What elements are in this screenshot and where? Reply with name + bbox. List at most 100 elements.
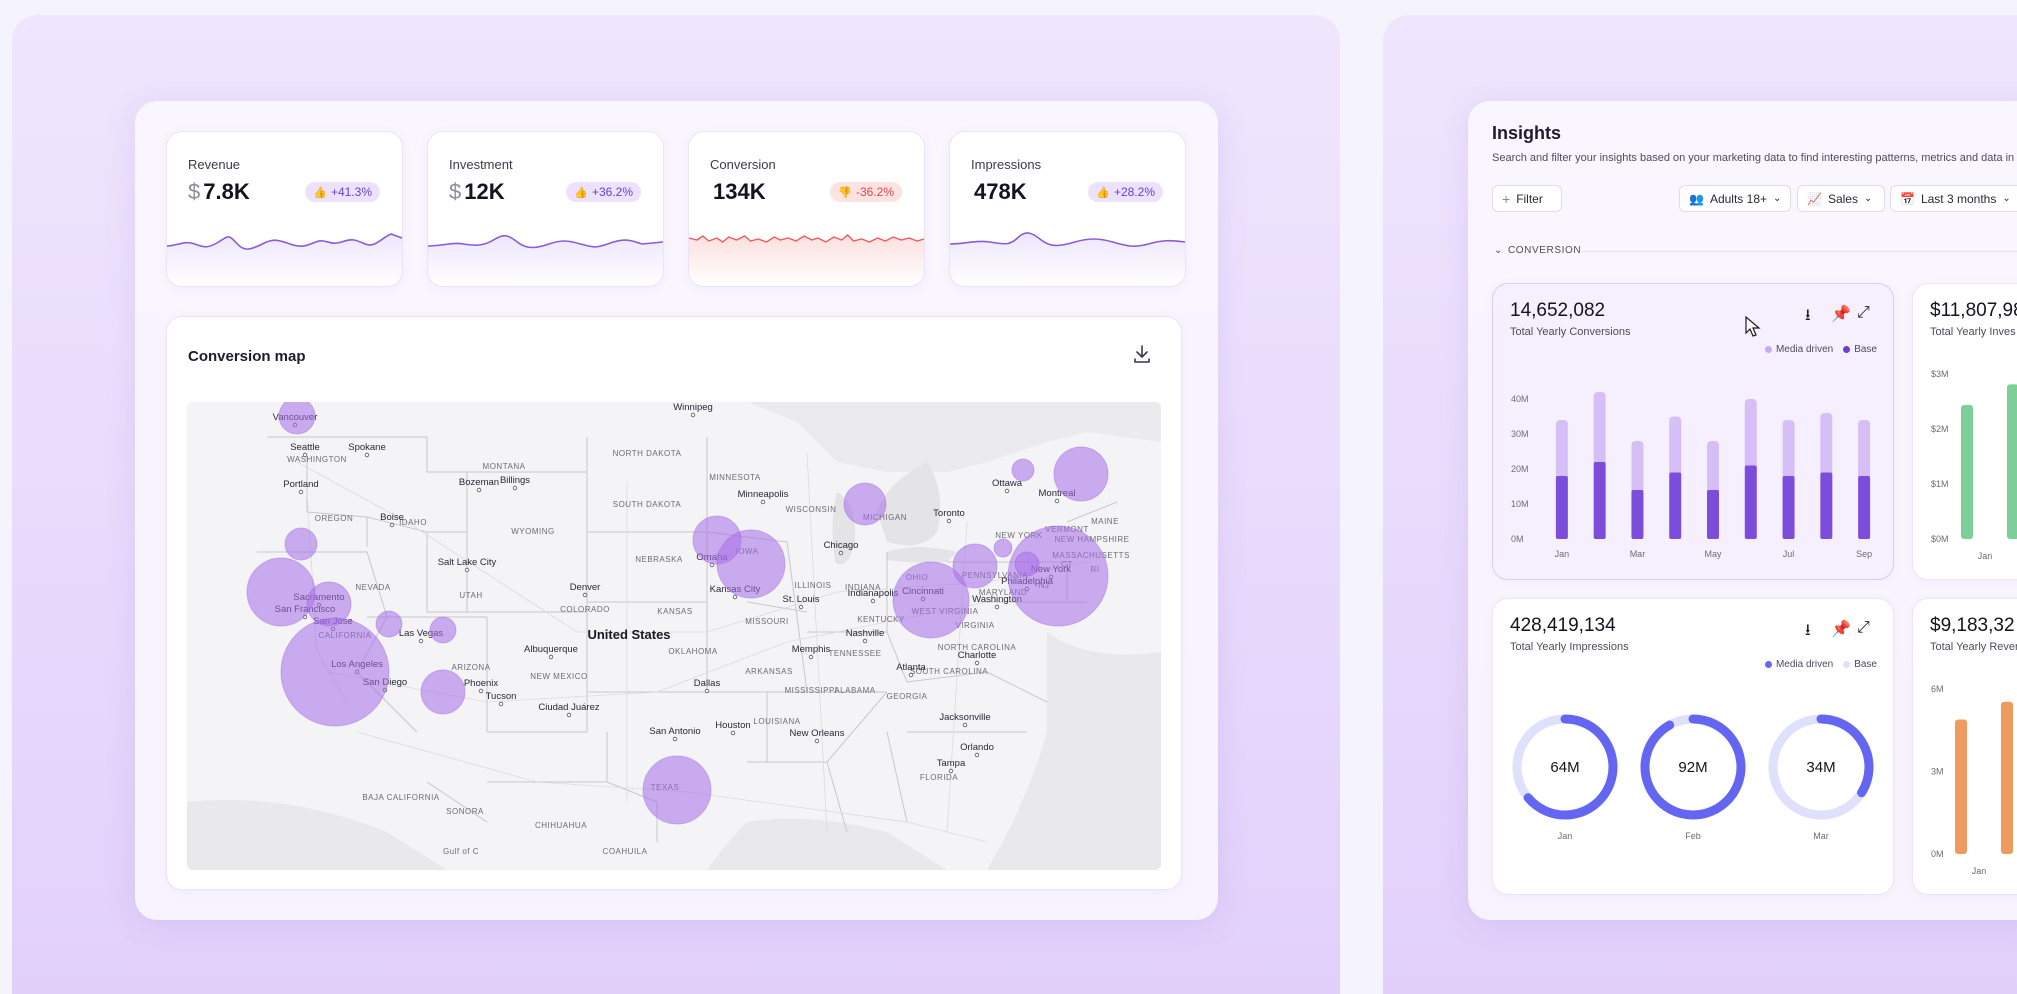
conversion-bubble[interactable] [1007, 525, 1109, 627]
metric-select[interactable]: 📈 Sales ⌄ [1797, 185, 1885, 212]
conversions-card[interactable]: 14,652,082 Total Yearly Conversions ⭳ 📌 ⤢ … [1492, 283, 1894, 580]
city-label: Tucson [486, 691, 517, 702]
kpi-card-revenue[interactable]: Revenue $7.8K 👍 +41.3% [166, 131, 403, 287]
conversion-bubble[interactable] [1011, 458, 1035, 482]
bar-media-driven[interactable] [1707, 441, 1719, 494]
chevron-down-icon: ⌄ [2002, 193, 2011, 204]
city-dot [302, 452, 308, 458]
donut-category-label: Mar [1813, 831, 1829, 841]
donut-value-label: 64M [1550, 759, 1579, 776]
city-label: Seattle [290, 442, 320, 453]
city-label: Jacksonville [939, 712, 990, 723]
revenue-card[interactable]: $9,183,32 Total Yearly Reven 0M 3M 6M Jan [1912, 598, 2017, 895]
city-label: Tampa [937, 758, 966, 769]
city-label: Houston [715, 720, 750, 731]
impressions-card[interactable]: 428,419,134 Total Yearly Impressions ⭳ 📌 ⤢… [1492, 598, 1894, 895]
investment-bar[interactable] [1961, 404, 1973, 539]
us-map[interactable]: WASHINGTON OREGON IDAHO MONTANA WYOMING NEVAD… [187, 402, 1161, 870]
y-tick-label: 10M [1511, 499, 1529, 509]
bar-base[interactable] [1631, 490, 1644, 539]
bar-media-driven[interactable] [1782, 420, 1795, 480]
conversion-bubble[interactable] [429, 616, 457, 644]
conversion-bubble[interactable] [284, 527, 318, 561]
insights-title: Insights [1492, 123, 1562, 143]
download-icon[interactable] [1131, 343, 1153, 365]
bar-base[interactable] [1744, 465, 1757, 540]
conversion-bubble[interactable] [843, 482, 887, 526]
city-dot [298, 489, 304, 495]
revenue-bar[interactable] [1955, 719, 1967, 854]
region-label: ILLINOIS [795, 581, 832, 590]
x-tick-label: Jul [1783, 549, 1795, 559]
chevron-down-icon: ⌄ [1773, 193, 1782, 204]
bar-media-driven[interactable] [1669, 416, 1682, 477]
investment-card[interactable]: $11,807,98 Total Yearly Inves $0M $1M $2M $… [1912, 283, 2017, 580]
bar-media-driven[interactable] [1593, 392, 1606, 466]
donut-arc[interactable] [1816, 714, 1874, 798]
city-dot [994, 604, 1000, 610]
kpi-label: Investment [449, 157, 513, 172]
city-label: Phoenix [464, 678, 499, 689]
bar-media-driven[interactable] [1858, 420, 1871, 480]
kpi-value: $12K [449, 179, 505, 204]
conversion-bubble[interactable] [993, 538, 1013, 558]
city-dot [690, 412, 696, 418]
conversion-bubble[interactable] [642, 755, 712, 825]
section-toggle-conversion[interactable]: ⌄ CONVERSION [1494, 245, 1581, 256]
conversion-bubble[interactable] [246, 557, 316, 627]
bar-base[interactable] [1707, 490, 1719, 539]
city-dot [498, 701, 504, 707]
conversion-bubble[interactable] [1053, 446, 1109, 502]
audience-select[interactable]: 👥 Adults 18+ ⌄ [1679, 185, 1791, 212]
conversion-bubble[interactable] [1014, 551, 1040, 577]
kpi-card-impressions[interactable]: Impressions 478K 👍 +28.2% [949, 131, 1186, 287]
change-badge: 👍 +41.3% [305, 182, 380, 202]
region-label: WASHINGTON [287, 455, 347, 464]
x-tick-label: Sep [1856, 549, 1872, 559]
bar-media-driven[interactable] [1631, 441, 1644, 494]
city-dot [582, 592, 588, 598]
investment-bar[interactable] [2007, 384, 2017, 539]
y-tick-label: 3M [1931, 767, 1944, 777]
revenue-bar-chart: 0M 3M 6M Jan [1931, 684, 2013, 876]
region-label: COAHUILA [603, 847, 648, 856]
bar-media-driven[interactable] [1555, 420, 1568, 480]
region-label: SONORA [446, 807, 484, 816]
country-label: United States [587, 627, 670, 642]
bar-base[interactable] [1820, 472, 1833, 540]
bar-base[interactable] [1669, 472, 1682, 540]
city-label: Atlanta [896, 662, 926, 673]
conversion-bubble[interactable] [280, 617, 390, 727]
x-tick-label: May [1704, 549, 1722, 559]
city-dot [478, 688, 484, 694]
city-dot [464, 567, 470, 573]
y-tick-label: 0M [1511, 534, 1524, 544]
city-label: Nashville [846, 628, 885, 639]
bar-base[interactable] [1858, 476, 1871, 539]
bar-base[interactable] [1555, 476, 1568, 539]
filter-button[interactable]: + Filter [1492, 185, 1562, 212]
bar-media-driven[interactable] [1820, 413, 1833, 477]
y-tick-label: 0M [1931, 849, 1944, 859]
conversion-bubble[interactable] [278, 402, 316, 435]
conversion-bubble[interactable] [375, 610, 403, 638]
bar-base[interactable] [1593, 462, 1606, 539]
city-label: Orlando [960, 742, 994, 753]
bar-base[interactable] [1782, 476, 1795, 539]
conversion-bubble[interactable] [716, 529, 786, 599]
kpi-card-conversion[interactable]: Conversion 134K 👎 -36.2% [688, 131, 925, 287]
conversion-bubble[interactable] [420, 669, 466, 715]
map-title: Conversion map [188, 348, 306, 365]
revenue-sparkline [167, 233, 402, 286]
city-label: Spokane [348, 442, 386, 453]
thumbs-up-icon: 👍 [313, 186, 327, 199]
kpi-card-investment[interactable]: Investment $12K 👍 +36.2% [427, 131, 664, 287]
revenue-bar[interactable] [2001, 701, 2013, 854]
conversion-bubble[interactable] [952, 543, 998, 589]
region-label: NEW MEXICO [530, 672, 587, 681]
city-label: Portland [283, 479, 318, 490]
y-tick-label: 40M [1511, 394, 1529, 404]
impressions-donut-charts: 64M Jan 92M Feb 34M Mar [1512, 714, 1874, 841]
bar-media-driven[interactable] [1744, 399, 1757, 470]
date-range-select[interactable]: 📅 Last 3 months ⌄ [1890, 185, 2017, 212]
